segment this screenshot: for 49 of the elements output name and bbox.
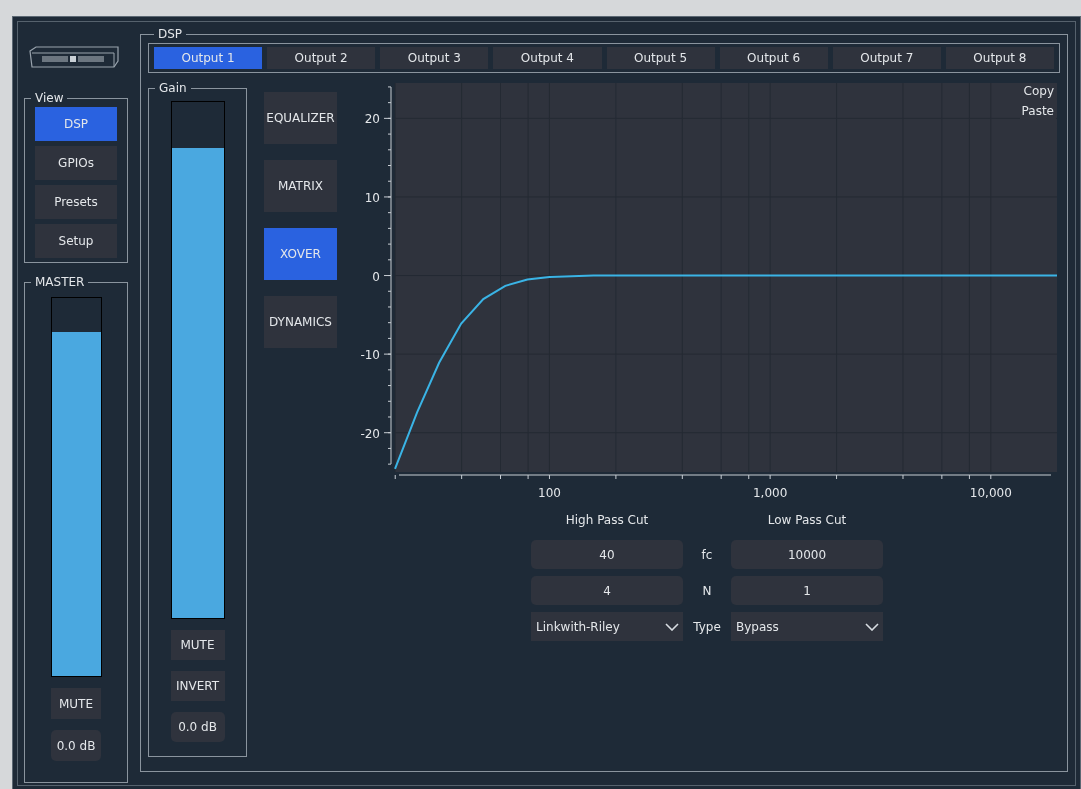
view-button[interactable]: Presets bbox=[35, 185, 117, 219]
module-button[interactable]: EQUALIZER bbox=[264, 92, 337, 144]
output-tab[interactable]: Output 3 bbox=[380, 47, 489, 69]
group-title: View bbox=[34, 91, 65, 105]
number-field[interactable]: 1 bbox=[731, 576, 883, 605]
group-title: DSP bbox=[157, 27, 184, 41]
chevron-icon bbox=[665, 622, 679, 631]
filter-type-dropdown[interactable]: Bypass bbox=[731, 612, 883, 641]
module-button[interactable]: XOVER bbox=[264, 228, 337, 280]
y-tick-label: -10 bbox=[360, 348, 380, 363]
number-field[interactable]: 4 bbox=[531, 576, 683, 605]
group-title: MASTER bbox=[34, 275, 86, 289]
gain-value[interactable]: 0.0 dB bbox=[170, 712, 225, 742]
row-label: N bbox=[701, 583, 713, 598]
output-tab[interactable]: Output 7 bbox=[832, 47, 941, 69]
gain-value[interactable]: 0.0 dB bbox=[51, 730, 101, 761]
module-button[interactable]: MATRIX bbox=[264, 160, 337, 212]
output-tab[interactable]: Output 8 bbox=[945, 47, 1054, 69]
row-label: Type bbox=[692, 619, 722, 634]
x-tick-label: 10,000 bbox=[969, 486, 1012, 500]
copy-button[interactable]: Copy bbox=[1021, 83, 1056, 99]
chevron-icon bbox=[865, 622, 879, 631]
view-button[interactable]: Setup bbox=[35, 224, 117, 258]
view-button[interactable]: DSP bbox=[35, 107, 117, 141]
column-heading: High Pass Cut bbox=[564, 513, 650, 527]
row-label: fc bbox=[700, 547, 714, 562]
channel-button[interactable]: INVERT bbox=[170, 671, 225, 701]
filter-type-dropdown[interactable]: Linkwith-Riley bbox=[531, 612, 683, 641]
mute-button[interactable]: MUTE bbox=[51, 688, 101, 719]
view-button[interactable]: GPIOs bbox=[35, 146, 117, 180]
rack-unit-icon bbox=[28, 45, 120, 71]
output-tab[interactable]: Output 5 bbox=[606, 47, 715, 69]
channel-button[interactable]: MUTE bbox=[170, 630, 225, 660]
y-tick-label: 20 bbox=[364, 112, 380, 127]
output-tab[interactable]: Output 6 bbox=[719, 47, 828, 69]
column-heading: Low Pass Cut bbox=[766, 513, 848, 527]
output-tab[interactable]: Output 1 bbox=[154, 47, 263, 69]
output-tab[interactable]: Output 2 bbox=[267, 47, 376, 69]
y-tick-label: 10 bbox=[364, 190, 380, 205]
x-tick-label: 1,000 bbox=[752, 486, 788, 500]
group-title: Gain bbox=[158, 81, 188, 95]
output-tab[interactable]: Output 4 bbox=[493, 47, 602, 69]
x-tick-label: 100 bbox=[538, 486, 561, 500]
y-tick-label: -20 bbox=[360, 426, 380, 441]
module-button[interactable]: DYNAMICS bbox=[264, 296, 337, 348]
number-field[interactable]: 10000 bbox=[731, 540, 883, 569]
number-field[interactable]: 40 bbox=[531, 540, 683, 569]
y-tick-label: 0 bbox=[372, 269, 380, 284]
paste-button[interactable]: Paste bbox=[1019, 103, 1056, 119]
